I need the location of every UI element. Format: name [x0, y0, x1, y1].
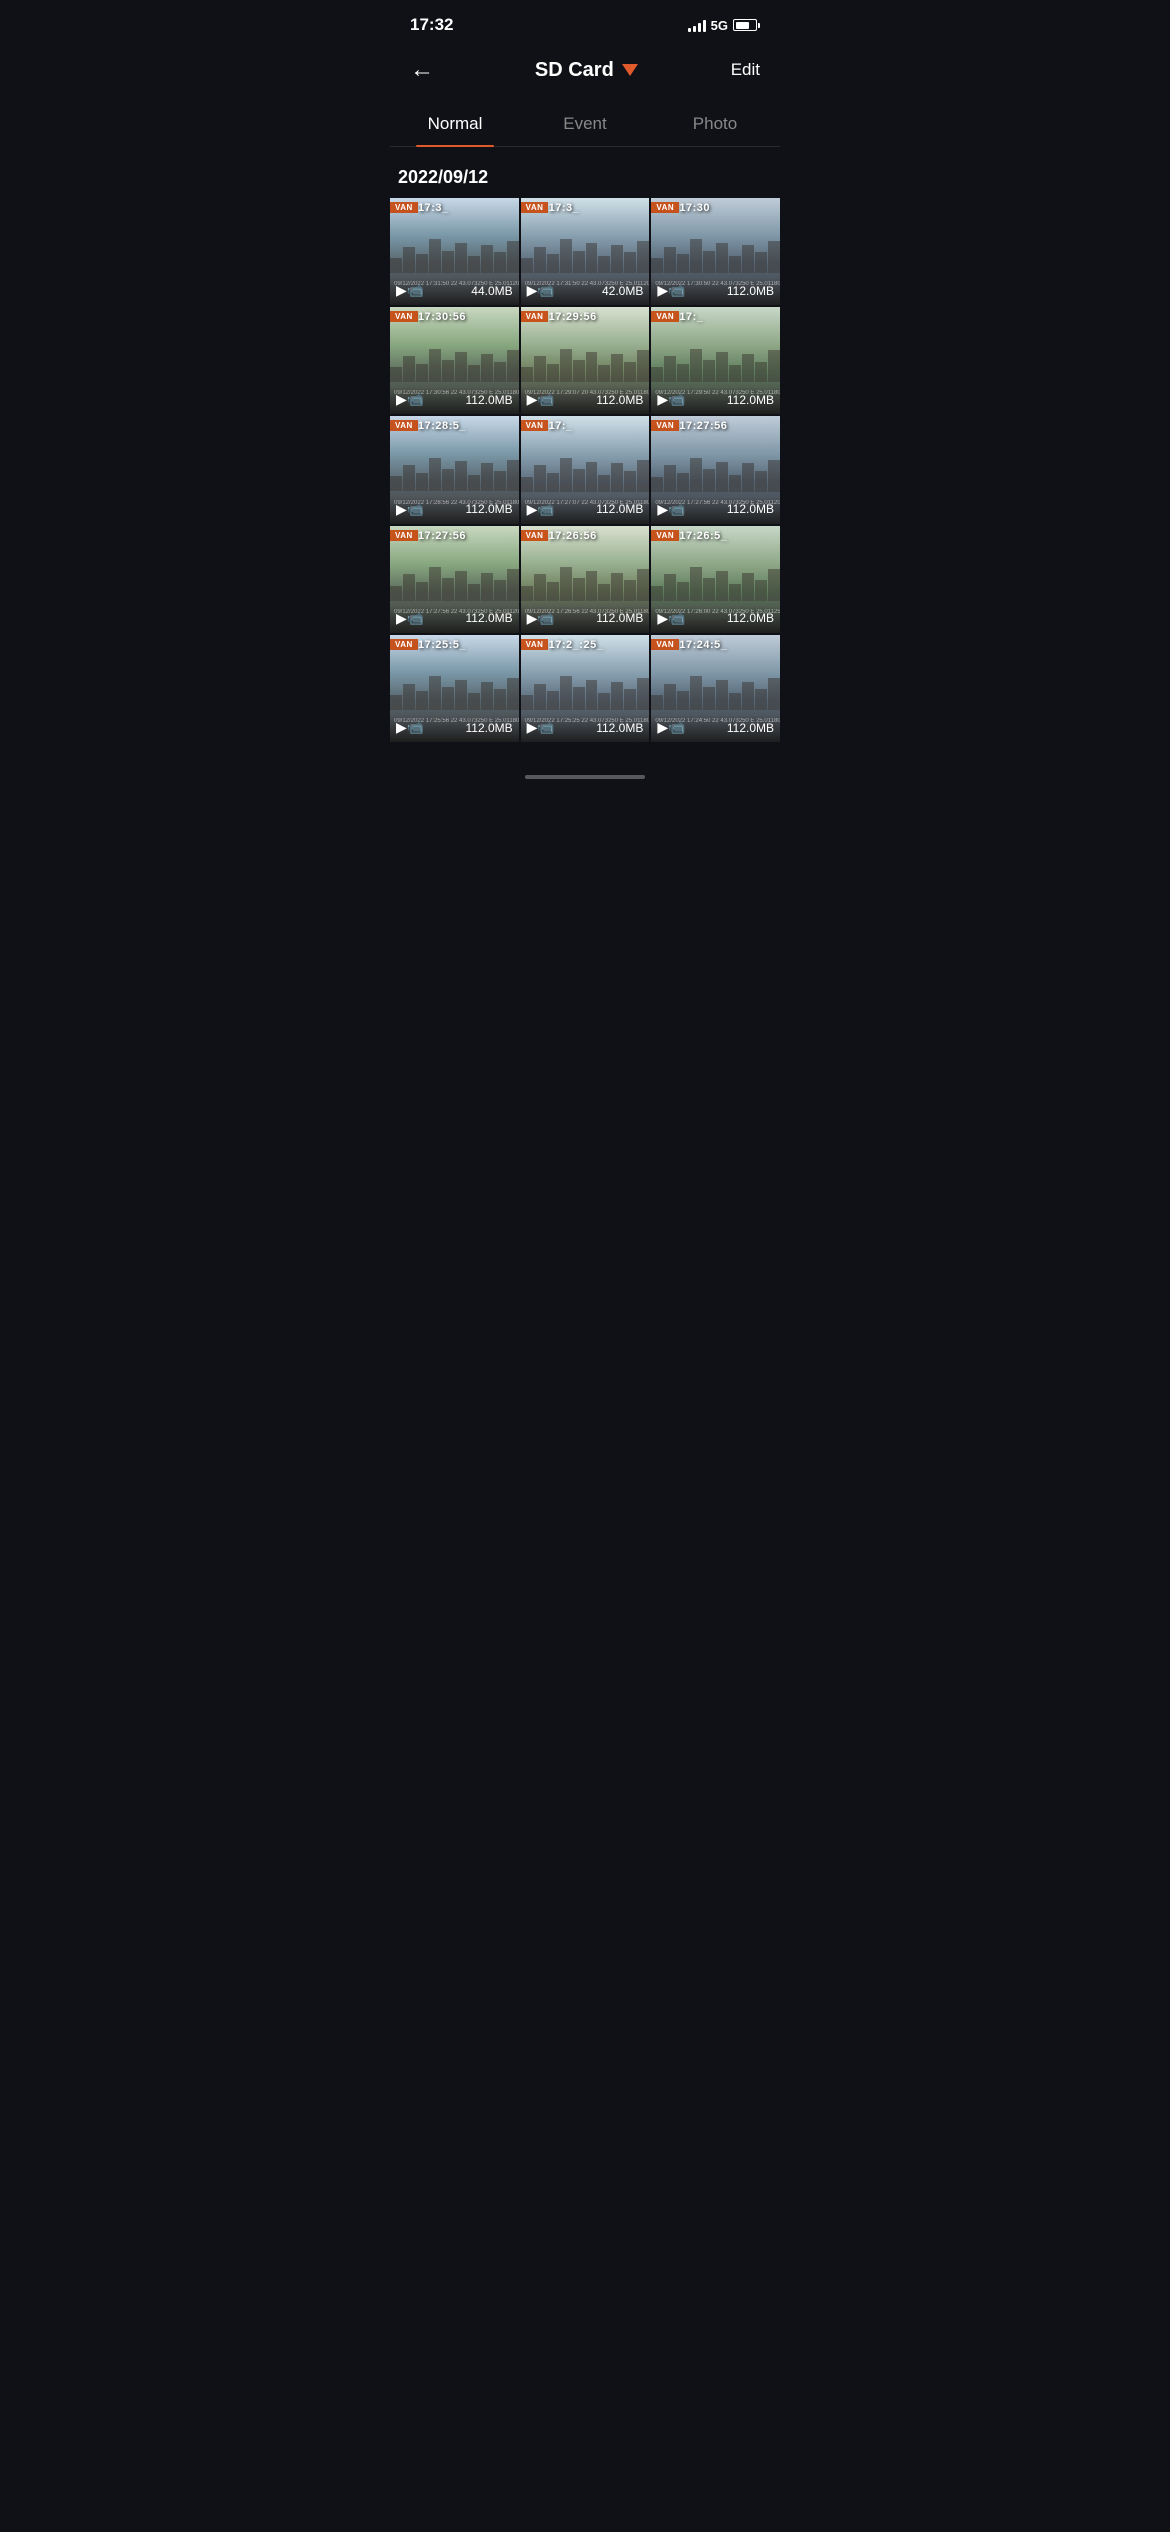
van-label: VAN [651, 202, 679, 213]
video-meta: 09/12/2022 17:30:56 22 43.073250 E 25.01… [390, 390, 519, 396]
video-timestamp: 17:30:56 [418, 311, 466, 323]
tab-normal[interactable]: Normal [390, 104, 520, 146]
video-meta: 09/12/2022 17:30:50 22 43.073250 E 25.01… [651, 281, 780, 287]
van-label: VAN [390, 311, 418, 322]
video-timestamp: 17:3_ [418, 202, 449, 214]
video-meta: 09/12/2022 17:31:50 22 43.073250 E 25.01… [521, 281, 650, 287]
video-timestamp: 17:27:56 [418, 530, 466, 542]
video-meta: 09/12/2022 17:25:56 22 43.073250 E 25.01… [390, 718, 519, 724]
tab-photo[interactable]: Photo [650, 104, 780, 146]
status-icons: 5G [688, 18, 760, 33]
video-timestamp: 17:26:56 [549, 530, 597, 542]
van-label: VAN [390, 639, 418, 650]
back-button[interactable]: ← [410, 52, 442, 88]
video-timestamp: 17:29:56 [549, 311, 597, 323]
video-timestamp: 17:2_:25_ [549, 639, 604, 651]
video-timestamp: 17:30 [679, 202, 710, 214]
van-label: VAN [390, 420, 418, 431]
video-thumb[interactable]: VAN17:30:56▶📹112.0MB09/12/2022 17:30:56 … [390, 307, 519, 414]
video-meta: 09/12/2022 17:26:00 22 43.073250 E 25.01… [651, 609, 780, 615]
dropdown-icon[interactable] [622, 64, 638, 76]
video-timestamp: 17:25:5_ [418, 639, 466, 651]
video-meta: 09/12/2022 17:27:07 22 43.073250 E 25.01… [521, 500, 650, 506]
van-label: VAN [651, 530, 679, 541]
video-meta: 09/12/2022 17:29:50 22 43.073250 E 25.01… [651, 390, 780, 396]
video-thumb[interactable]: VAN17:24:5_▶📹112.0MB09/12/2022 17:24:50 … [651, 635, 780, 742]
video-thumb[interactable]: VAN17:26:56▶📹112.0MB09/12/2022 17:26:56 … [521, 526, 650, 633]
video-thumb[interactable]: VAN17:3_▶📹42.0MB09/12/2022 17:31:50 22 4… [521, 198, 650, 305]
video-thumb[interactable]: VAN17:2_:25_▶📹112.0MB09/12/2022 17:25:25… [521, 635, 650, 742]
video-meta: 09/12/2022 17:31:50 22 43.073250 E 25.01… [390, 281, 519, 287]
video-thumb[interactable]: VAN17:27:56▶📹112.0MB09/12/2022 17:27:56 … [651, 416, 780, 523]
video-timestamp: 17:_ [549, 420, 573, 432]
video-grid: VAN17:3_▶📹44.0MB09/12/2022 17:31:50 22 4… [390, 198, 780, 762]
page-title: SD Card [535, 59, 614, 82]
van-label: VAN [651, 420, 679, 431]
video-thumb[interactable]: VAN17:_▶📹112.0MB09/12/2022 17:27:07 22 4… [521, 416, 650, 523]
video-meta: 09/12/2022 17:24:50 22 43.073250 E 25.01… [651, 718, 780, 724]
date-header: 2022/09/12 [390, 163, 780, 198]
video-meta: 09/12/2022 17:28:56 22 43.073250 E 25.01… [390, 500, 519, 506]
van-label: VAN [651, 639, 679, 650]
tab-bar: Normal Event Photo [390, 104, 780, 147]
video-timestamp: 17:27:56 [679, 420, 727, 432]
battery-icon [733, 19, 760, 31]
status-bar: 17:32 5G [390, 0, 780, 44]
video-meta: 09/12/2022 17:26:56 22 43.073250 E 25.01… [521, 609, 650, 615]
video-meta: 09/12/2022 17:27:56 22 43.073250 E 25.01… [651, 500, 780, 506]
video-timestamp: 17:26:5_ [679, 530, 727, 542]
video-thumb[interactable]: VAN17:26:5_▶📹112.0MB09/12/2022 17:26:00 … [651, 526, 780, 633]
video-timestamp: 17:3_ [549, 202, 580, 214]
home-indicator [390, 762, 780, 792]
video-meta: 09/12/2022 17:27:56 22 43.073250 E 25.01… [390, 609, 519, 615]
nav-title[interactable]: SD Card [535, 59, 638, 82]
van-label: VAN [651, 311, 679, 322]
video-thumb[interactable]: VAN17:30▶📹112.0MB09/12/2022 17:30:50 22 … [651, 198, 780, 305]
van-label: VAN [521, 639, 549, 650]
video-timestamp: 17:24:5_ [679, 639, 727, 651]
video-meta: 09/12/2022 17:25:25 22 43.073250 E 25.01… [521, 718, 650, 724]
nav-bar: ← SD Card Edit [390, 44, 780, 104]
video-thumb[interactable]: VAN17:28:5_▶📹112.0MB09/12/2022 17:28:56 … [390, 416, 519, 523]
video-timestamp: 17:_ [679, 311, 703, 323]
tab-event[interactable]: Event [520, 104, 650, 146]
van-label: VAN [521, 420, 549, 431]
van-label: VAN [390, 202, 418, 213]
van-label: VAN [521, 311, 549, 322]
edit-button[interactable]: Edit [731, 60, 760, 80]
video-thumb[interactable]: VAN17:_▶📹112.0MB09/12/2022 17:29:50 22 4… [651, 307, 780, 414]
video-timestamp: 17:28:5_ [418, 420, 466, 432]
network-label: 5G [711, 18, 728, 33]
van-label: VAN [521, 202, 549, 213]
video-thumb[interactable]: VAN17:29:56▶📹112.0MB09/12/2022 17:29:07 … [521, 307, 650, 414]
van-label: VAN [521, 530, 549, 541]
video-meta: 09/12/2022 17:29:07 20 43.073250 E 25.01… [521, 390, 650, 396]
video-thumb[interactable]: VAN17:27:56▶📹112.0MB09/12/2022 17:27:56 … [390, 526, 519, 633]
status-time: 17:32 [410, 15, 453, 35]
van-label: VAN [390, 530, 418, 541]
signal-icon [688, 18, 706, 32]
video-thumb[interactable]: VAN17:3_▶📹44.0MB09/12/2022 17:31:50 22 4… [390, 198, 519, 305]
video-thumb[interactable]: VAN17:25:5_▶📹112.0MB09/12/2022 17:25:56 … [390, 635, 519, 742]
